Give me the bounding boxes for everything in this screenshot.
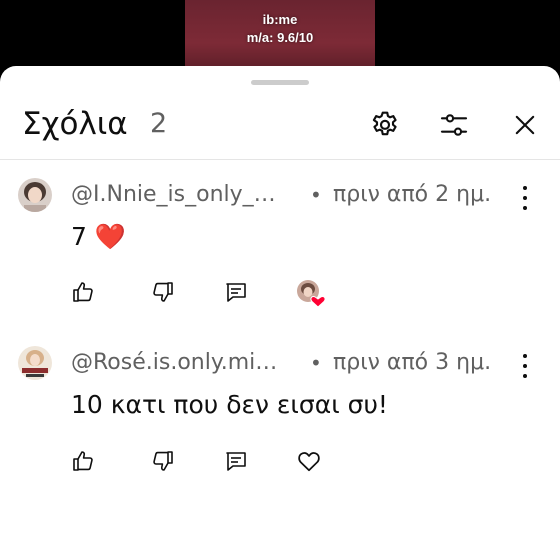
drag-handle[interactable]	[251, 80, 309, 85]
video-overlay-line2: m/a: 9.6/10	[246, 30, 314, 45]
dislike-icon[interactable]	[150, 448, 176, 474]
comment-text: 7 ❤️	[71, 222, 126, 251]
panel-title: Σχόλια	[22, 106, 128, 142]
like-icon[interactable]	[70, 448, 96, 474]
reply-icon[interactable]	[223, 279, 249, 305]
settings-icon[interactable]	[368, 108, 402, 142]
avatar[interactable]	[18, 346, 52, 380]
reply-icon[interactable]	[223, 448, 249, 474]
video-overlay-line1: ib:me	[262, 12, 298, 27]
creator-heart-icon	[296, 279, 326, 309]
video-thumbnail[interactable]: ib:me m/a: 9.6/10	[185, 0, 375, 72]
header-divider	[0, 159, 560, 160]
avatar[interactable]	[18, 178, 52, 212]
comment-count: 2	[150, 108, 168, 139]
comments-panel: Σχόλια 2	[0, 66, 560, 560]
comment-text: 10 κατι που δεν εισαι συ!	[71, 390, 388, 419]
dislike-icon[interactable]	[150, 279, 176, 305]
more-options-icon[interactable]	[518, 186, 532, 210]
filter-icon[interactable]	[437, 108, 471, 142]
like-icon[interactable]	[70, 279, 96, 305]
more-options-icon[interactable]	[518, 354, 532, 378]
close-icon[interactable]	[508, 108, 542, 142]
comment-author[interactable]: @I.Nnie_is_only_…	[71, 182, 291, 207]
comment-time: πριν από 3 ημ.	[333, 350, 492, 375]
comment-author[interactable]: @Rosé.is.only.mi…	[71, 350, 291, 375]
separator-dot: •	[310, 351, 322, 375]
heart-icon[interactable]	[296, 448, 322, 474]
separator-dot: •	[310, 183, 322, 207]
comment-time: πριν από 2 ημ.	[333, 182, 492, 207]
